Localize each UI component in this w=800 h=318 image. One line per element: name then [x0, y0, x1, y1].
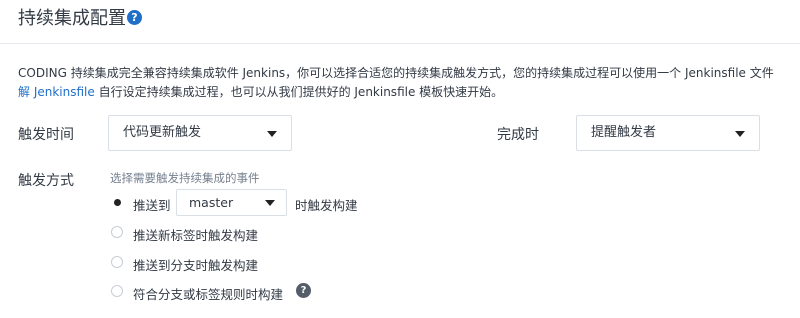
push-branch-label: 推送到分支时触发构建 — [133, 258, 259, 273]
description-line-2: 解 Jenkinsfile 自行设定持续集成过程，也可以从我们提供好的 Jenk… — [18, 83, 800, 102]
trigger-mode-label: 触发方式 — [18, 173, 74, 189]
chevron-down-icon — [265, 200, 275, 206]
on-complete-value: 提醒触发者 — [591, 125, 657, 140]
trigger-time-label: 触发时间 — [18, 127, 74, 143]
push-to-prefix: 推送到 — [133, 198, 171, 213]
page-title: 持续集成配置 — [18, 8, 126, 29]
branch-select[interactable]: master — [176, 189, 287, 216]
radio-push-to[interactable] — [111, 196, 123, 208]
chevron-down-icon — [735, 131, 745, 137]
radio-match-rule[interactable] — [111, 285, 123, 297]
radio-push-tag[interactable] — [111, 226, 123, 238]
trigger-time-value: 代码更新触发 — [123, 125, 202, 140]
help-icon[interactable]: ? — [127, 10, 142, 25]
radio-push-branch[interactable] — [111, 256, 123, 268]
description-line-1: CODING 持续集成完全兼容持续集成软件 Jenkins，你可以选择合适您的持… — [18, 66, 774, 80]
trigger-mode-hint: 选择需要触发持续集成的事件 — [110, 171, 260, 185]
header-divider — [0, 43, 800, 44]
jenkinsfile-link[interactable]: 解 Jenkinsfile — [18, 85, 95, 99]
chevron-down-icon — [267, 131, 277, 137]
description: CODING 持续集成完全兼容持续集成软件 Jenkins，你可以选择合适您的持… — [18, 64, 800, 102]
on-complete-select[interactable]: 提醒触发者 — [576, 115, 760, 151]
match-rule-label: 符合分支或标签规则时构建 — [133, 287, 284, 302]
on-complete-label: 完成时 — [497, 127, 539, 143]
branch-value: master — [189, 195, 234, 210]
trigger-time-select[interactable]: 代码更新触发 — [108, 115, 292, 151]
push-to-suffix: 时触发构建 — [295, 198, 358, 213]
question-circle-icon[interactable]: ? — [296, 283, 311, 298]
push-tag-label: 推送新标签时触发构建 — [133, 228, 259, 243]
description-line-2-text: 自行设定持续集成过程，也可以从我们提供好的 Jenkinsfile 模板快速开始… — [94, 85, 504, 99]
